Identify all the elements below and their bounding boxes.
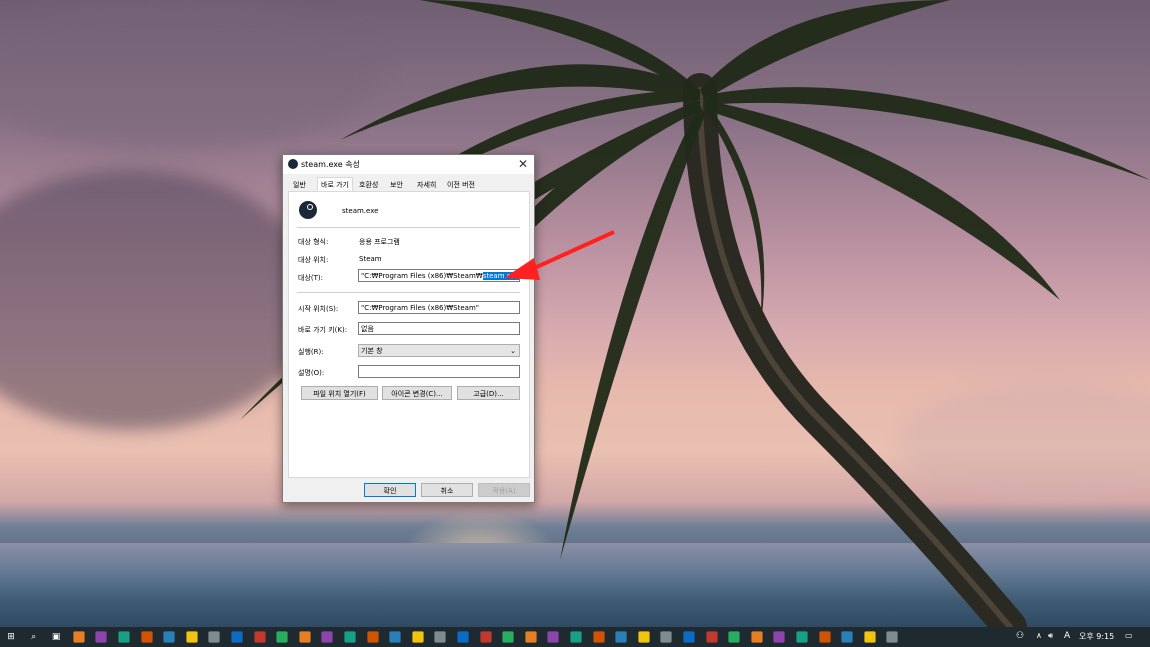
chevron-up-icon[interactable]: ∧ [1036,631,1042,640]
visual-studio-icon[interactable] [366,631,379,643]
opera-icon[interactable] [163,631,175,643]
network-icon[interactable] [615,631,627,643]
telegram-icon[interactable] [773,631,785,643]
media-icon[interactable] [864,631,876,643]
kakao-icon[interactable] [502,631,514,643]
line-icon[interactable] [321,631,333,643]
remote-icon[interactable] [728,631,740,643]
kakaotalk-icon[interactable] [231,631,243,643]
word-icon[interactable] [638,631,650,643]
android-icon[interactable] [389,631,401,643]
photoshop-icon[interactable] [592,631,605,643]
task-view-icon[interactable]: ▣ [49,630,63,644]
greenshot-icon[interactable] [95,631,107,643]
store-icon[interactable] [751,631,763,643]
chat-icon[interactable] [796,631,808,643]
search-icon[interactable]: ⌕ [27,630,41,644]
vs-code-icon[interactable] [412,631,424,643]
taskbar: ⊞ ⌕ ▣ ⚇ ∧ 🔊︎ A 오후 9:15 ▭ [0,627,1150,647]
annotation-arrow-head [504,258,540,280]
foxit-icon[interactable] [299,631,311,643]
volume-icon[interactable]: 🔊︎ [1048,631,1053,641]
people-icon[interactable]: ⚇ [1016,631,1024,641]
acrobat-icon[interactable] [73,631,85,643]
chrome-icon[interactable] [208,631,220,643]
ime-indicator[interactable]: A [1064,631,1070,641]
firefox-icon[interactable] [186,631,198,643]
evernote-icon[interactable] [547,631,559,643]
annotation-arrow-layer [504,230,615,280]
app-icon[interactable] [818,631,831,643]
filezilla-icon[interactable] [705,631,718,643]
edge-icon[interactable] [140,631,153,643]
notification-icon[interactable]: ▭ [1125,631,1133,640]
notes-icon[interactable] [525,631,537,643]
audio-icon[interactable] [660,631,672,643]
teams-icon[interactable] [344,631,356,643]
start-icon[interactable]: ⊞ [4,630,18,644]
steam-icon[interactable] [457,631,469,643]
discord-icon[interactable] [479,631,492,643]
settings-icon[interactable] [118,631,130,643]
twitch-icon[interactable] [841,631,853,643]
clock[interactable]: 오후 9:15 [1079,631,1114,642]
taskbar-app-icon[interactable] [886,631,898,643]
green-app-icon[interactable] [253,631,266,643]
winrar-icon[interactable] [683,631,695,643]
file-explorer-icon[interactable] [276,631,288,643]
onedrive-icon[interactable] [434,631,446,643]
premiere-icon[interactable] [570,631,582,643]
annotation-arrow-shaft [529,230,615,272]
